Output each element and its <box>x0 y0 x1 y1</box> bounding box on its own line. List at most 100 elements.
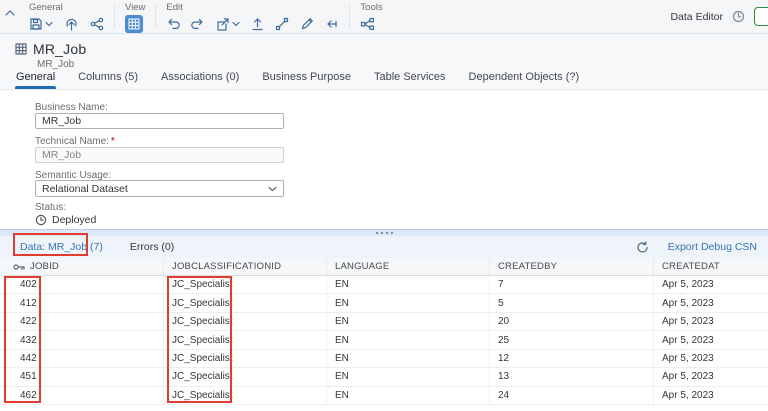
splitter-grip-icon[interactable] <box>376 232 393 234</box>
section-label-view: View <box>125 3 145 13</box>
column-header-jobclassificationid[interactable]: JOBCLASSIFICATIONID <box>164 258 327 275</box>
tab-general[interactable]: General <box>15 71 56 89</box>
data-grid-body: 402JC_SpecialistEN7Apr 5, 2023412JC_Spec… <box>0 276 768 405</box>
business-name-label: Business Name: <box>35 102 108 113</box>
chevron-down-icon <box>232 21 240 27</box>
hierarchy-icon <box>360 17 375 31</box>
table-cell: Apr 5, 2023 <box>654 276 768 293</box>
table-row: 451JC_SpecialistEN13Apr 5, 2023 <box>0 368 768 386</box>
chevron-down-icon <box>268 186 277 192</box>
table-cell: 412 <box>0 294 164 311</box>
undo-icon <box>166 17 180 30</box>
tab-table-services[interactable]: Table Services <box>373 71 447 89</box>
redo-icon <box>191 17 205 30</box>
table-cell: 24 <box>490 387 654 404</box>
import-upload-button[interactable] <box>251 17 264 31</box>
table-row: 442JC_SpecialistEN12Apr 5, 2023 <box>0 350 768 368</box>
technical-name-label: Technical Name:* <box>35 136 115 147</box>
table-cell: Apr 5, 2023 <box>654 313 768 330</box>
data-panel-bar: Data: MR_Job (7) Errors (0) Export Debug… <box>0 236 768 258</box>
pencil-icon <box>300 17 314 31</box>
table-cell: Apr 5, 2023 <box>654 294 768 311</box>
column-header-createdat[interactable]: CREATEDAT <box>654 258 768 275</box>
table-cell: EN <box>327 313 490 330</box>
view-grid-toggle-button[interactable] <box>125 15 143 33</box>
errors-tab[interactable]: Errors (0) <box>130 241 174 253</box>
column-header-createdby[interactable]: CREATEDBY <box>490 258 654 275</box>
history-clock-icon[interactable] <box>732 10 745 23</box>
tools-button[interactable] <box>360 17 375 31</box>
table-cell: 5 <box>490 294 654 311</box>
table-cell: EN <box>327 368 490 385</box>
table-cell: Apr 5, 2023 <box>654 368 768 385</box>
grid-icon <box>128 18 140 30</box>
business-name-field[interactable] <box>35 113 284 129</box>
key-icon <box>13 262 25 272</box>
table-cell: EN <box>327 350 490 367</box>
collapse-toolbar-button[interactable] <box>0 0 20 33</box>
page-title: MR_Job <box>33 41 86 57</box>
tab-business-purpose[interactable]: Business Purpose <box>261 71 352 89</box>
grid-header: JOBID JOBCLASSIFICATIONID LANGUAGE CREAT… <box>0 258 768 276</box>
table-row: 412JC_SpecialistEN5Apr 5, 2023 <box>0 294 768 312</box>
table-cell: 451 <box>0 368 164 385</box>
page-subtitle: MR_Job <box>37 59 74 70</box>
section-label-edit: Edit <box>166 3 339 13</box>
table-row: 422JC_SpecialistEN20Apr 5, 2023 <box>0 313 768 331</box>
undo-button[interactable] <box>166 17 180 30</box>
chevron-down-icon <box>45 21 53 27</box>
column-header-language[interactable]: LANGUAGE <box>327 258 490 275</box>
partial-button[interactable] <box>754 7 768 26</box>
table-cell: 20 <box>490 313 654 330</box>
refresh-icon[interactable] <box>636 241 649 254</box>
table-cell: 12 <box>490 350 654 367</box>
save-floppy-icon <box>29 17 43 31</box>
table-row: 402JC_SpecialistEN7Apr 5, 2023 <box>0 276 768 294</box>
general-form: Business Name: Technical Name:* Semantic… <box>0 91 768 229</box>
table-cell: EN <box>327 331 490 348</box>
table-cell: 7 <box>490 276 654 293</box>
table-cell: JC_Specialist <box>164 331 327 348</box>
table-cell: JC_Specialist <box>164 387 327 404</box>
share-icon <box>90 17 104 31</box>
data-preview-tab[interactable]: Data: MR_Job (7) <box>20 241 103 253</box>
deploy-button[interactable] <box>64 17 79 31</box>
column-header-jobid[interactable]: JOBID <box>0 258 164 275</box>
data-preview-grid: JOBID JOBCLASSIFICATIONID LANGUAGE CREAT… <box>0 258 768 405</box>
table-row: 432JC_SpecialistEN25Apr 5, 2023 <box>0 331 768 349</box>
table-cell: 422 <box>0 313 164 330</box>
toolbar-section-edit: Edit <box>157 0 348 33</box>
tab-associations[interactable]: Associations (0) <box>160 71 240 89</box>
technical-name-field <box>35 147 284 163</box>
table-cell: JC_Specialist <box>164 294 327 311</box>
toolbar-section-view: View <box>116 0 154 33</box>
edit-button[interactable] <box>300 17 314 31</box>
revert-button[interactable] <box>325 18 339 30</box>
data-editor-label[interactable]: Data Editor <box>670 11 723 23</box>
table-cell: 432 <box>0 331 164 348</box>
toolbar-section-tools: Tools <box>351 0 391 33</box>
table-cell: 25 <box>490 331 654 348</box>
top-toolbar: General View Edit <box>0 0 768 34</box>
object-header: MR_Job MR_Job General Columns (5) Associ… <box>0 34 768 90</box>
export-debug-csn-button[interactable]: Export Debug CSN <box>668 241 757 253</box>
table-cell: 402 <box>0 276 164 293</box>
tab-dependent-objects[interactable]: Dependent Objects (?) <box>468 71 581 89</box>
panel-splitter[interactable] <box>0 229 768 236</box>
save-button[interactable] <box>29 17 53 31</box>
impact-analysis-button[interactable] <box>275 17 289 31</box>
table-cell: 462 <box>0 387 164 404</box>
upload-icon <box>251 17 264 31</box>
deploy-icon <box>64 17 79 31</box>
status-clock-icon <box>35 214 47 226</box>
redo-button[interactable] <box>191 17 205 30</box>
export-button[interactable] <box>216 17 240 31</box>
tab-columns[interactable]: Columns (5) <box>77 71 139 89</box>
revert-arrow-icon <box>325 18 339 30</box>
table-cell: 13 <box>490 368 654 385</box>
table-cell: JC_Specialist <box>164 313 327 330</box>
semantic-usage-select[interactable]: Relational Dataset <box>35 180 284 197</box>
share-button[interactable] <box>90 17 104 31</box>
required-asterisk: * <box>111 136 115 147</box>
table-cell: JC_Specialist <box>164 350 327 367</box>
